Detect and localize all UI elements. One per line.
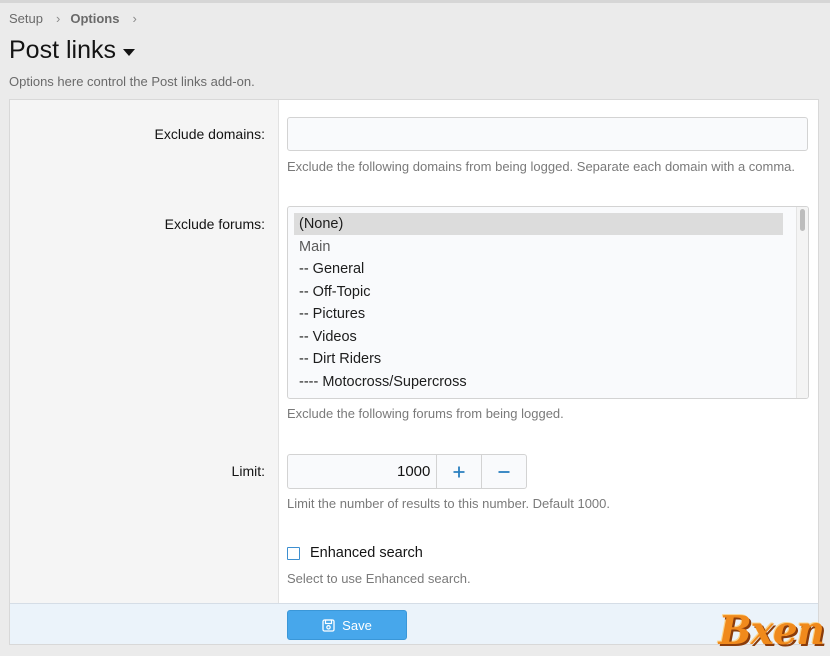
exclude-forums-hint: Exclude the following forums from being … (287, 406, 564, 421)
breadcrumb-separator-icon: › (132, 11, 137, 26)
forum-option-general[interactable]: -- General (294, 258, 783, 280)
breadcrumb: Setup › Options › (9, 11, 147, 26)
enhanced-search-option[interactable]: Enhanced search (287, 545, 423, 561)
exclude-forums-label: Exclude forums: (164, 216, 265, 232)
listbox-scrollbar[interactable] (796, 207, 808, 398)
scrollbar-thumb[interactable] (800, 209, 805, 231)
forum-option-off-topic[interactable]: -- Off-Topic (294, 281, 783, 303)
forum-option-videos[interactable]: -- Videos (294, 326, 783, 348)
increment-button[interactable] (437, 455, 481, 488)
breadcrumb-options[interactable]: Options (70, 11, 119, 26)
forum-option-motocross-supercross[interactable]: ---- Motocross/Supercross (294, 371, 783, 393)
breadcrumb-setup[interactable]: Setup (9, 11, 43, 26)
forum-option-dirt-riders[interactable]: -- Dirt Riders (294, 348, 783, 370)
caret-down-icon[interactable] (122, 49, 135, 56)
enhanced-search-hint: Select to use Enhanced search. (287, 571, 471, 586)
page-title[interactable]: Post links (9, 36, 135, 65)
options-panel: Exclude domains: Exclude the following d… (9, 99, 819, 645)
top-border (0, 0, 830, 3)
limit-input[interactable]: 1000 (288, 455, 438, 488)
form-footer: Save (10, 603, 818, 644)
save-icon (322, 618, 335, 632)
exclude-domains-hint: Exclude the following domains from being… (287, 159, 796, 174)
enhanced-search-checkbox[interactable] (287, 546, 300, 560)
page-description: Options here control the Post links add-… (9, 74, 255, 89)
decrement-button[interactable] (481, 455, 526, 488)
limit-label: Limit: (231, 463, 265, 479)
exclude-domains-label: Exclude domains: (154, 126, 265, 142)
save-label: Save (342, 617, 372, 633)
page-title-text: Post links (9, 36, 116, 64)
exclude-forums-listbox[interactable]: (None) Main -- General -- Off-Topic -- P… (287, 206, 809, 399)
enhanced-search-label[interactable]: Enhanced search (310, 545, 423, 561)
bxen-watermark-logo: Bxen (718, 608, 825, 654)
limit-stepper: 1000 (287, 454, 527, 489)
forum-option-pictures[interactable]: -- Pictures (294, 303, 783, 325)
limit-hint: Limit the number of results to this numb… (287, 496, 611, 511)
label-column (10, 100, 279, 603)
forum-option-main: Main (299, 238, 331, 255)
breadcrumb-separator-icon: › (55, 11, 61, 26)
save-button[interactable]: Save (287, 610, 407, 640)
exclude-domains-input[interactable] (287, 117, 808, 151)
minus-icon (498, 470, 510, 473)
plus-icon (453, 466, 465, 477)
forum-option-none[interactable]: (None) (294, 213, 783, 235)
